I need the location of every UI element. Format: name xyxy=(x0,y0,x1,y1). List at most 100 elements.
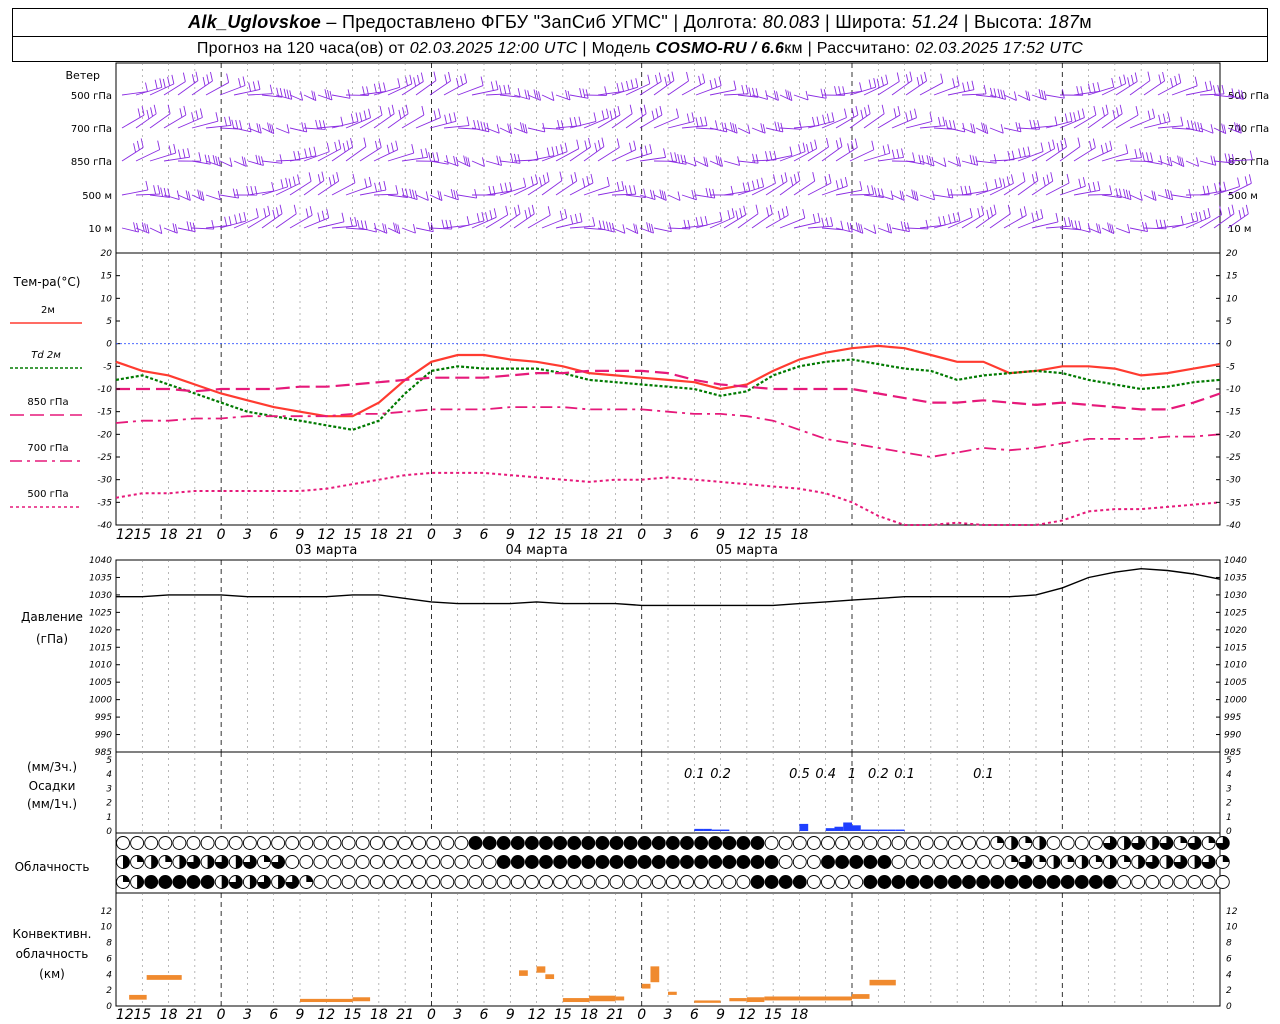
wind-barb-feather xyxy=(288,178,292,188)
wind-barb-feather xyxy=(535,150,539,160)
wind-barb-feather xyxy=(535,174,538,184)
wind-barb-feather xyxy=(425,148,429,158)
cloud-symbol xyxy=(200,836,215,850)
wind-barb-feather xyxy=(321,210,325,220)
wind-barb-feather xyxy=(1245,204,1249,214)
wind-barb xyxy=(1157,194,1173,201)
convective-tick-right: 10 xyxy=(1226,923,1238,933)
wind-barb-feather xyxy=(702,73,706,83)
cloud-symbol xyxy=(158,875,173,889)
cloud-symbol xyxy=(144,836,159,850)
wind-barb xyxy=(975,160,997,164)
convective-tick-left: 8 xyxy=(106,939,112,949)
wind-barb-feather xyxy=(517,204,521,214)
wind-barb-feather xyxy=(374,222,377,233)
wind-barb-feather xyxy=(528,207,532,217)
hour-tick-label: 3 xyxy=(243,1007,252,1023)
wind-barb-feather xyxy=(486,122,490,132)
cloud-symbol xyxy=(778,875,793,889)
wind-barb-feather xyxy=(1046,174,1050,184)
wind-barb xyxy=(541,94,555,101)
wind-barb-feather xyxy=(256,123,260,133)
cloud-symbol xyxy=(778,836,793,850)
hour-tick-label: 15 xyxy=(133,1007,151,1023)
wind-barb-feather xyxy=(523,177,527,187)
convective-bar xyxy=(650,966,660,983)
cloud-symbol-fill xyxy=(165,855,172,862)
wind-barb-feather xyxy=(286,124,290,134)
cloud-symbol xyxy=(257,836,271,850)
wind-barb xyxy=(387,227,400,234)
wind-barb xyxy=(639,81,662,96)
cloud-symbol xyxy=(1187,875,1202,889)
wind-barb-feather xyxy=(476,213,480,223)
wind-barb xyxy=(751,127,766,134)
wind-barb xyxy=(457,194,477,199)
cloud-symbol xyxy=(539,875,553,889)
cloud-symbol xyxy=(750,836,765,850)
wind-barb-feather xyxy=(341,212,345,222)
wind-barb-feather xyxy=(826,113,830,123)
wind-barb-feather xyxy=(293,204,297,214)
wind-barb-feather xyxy=(322,120,326,130)
wind-barb-feather xyxy=(830,217,834,227)
hour-tick-label: 6 xyxy=(480,527,489,543)
wind-barb-feather xyxy=(780,122,784,132)
wind-barb-feather xyxy=(1076,86,1080,96)
wind-barb-feather xyxy=(647,74,651,84)
wind-barb-feather xyxy=(608,222,612,232)
wind-barb-feather xyxy=(206,74,210,84)
wind-barb-feather xyxy=(1015,122,1019,132)
wind-barb-feather xyxy=(425,191,429,201)
wind-barb xyxy=(513,127,528,134)
wind-barb-feather xyxy=(279,204,283,214)
cloud-symbol xyxy=(553,836,568,850)
wind-barb-feather xyxy=(199,108,203,118)
wind-barb-feather xyxy=(444,74,448,84)
wind-barb-feather xyxy=(785,206,789,216)
precip-3h-label: 0.5 xyxy=(789,767,810,782)
wind-barb-feather xyxy=(157,185,161,195)
cloud-symbol xyxy=(383,855,398,869)
precip-3h-label: 0.2 xyxy=(868,767,889,782)
wind-barb-feather xyxy=(705,187,709,198)
wind-barb-feather xyxy=(1000,124,1004,134)
hour-tick-label: 12 xyxy=(738,1007,756,1023)
wind-barb-feather xyxy=(704,216,708,226)
wind-barb-feather xyxy=(1010,174,1014,184)
cloud-symbol xyxy=(651,855,666,869)
cloud-symbol xyxy=(1088,875,1103,889)
wind-barb-feather xyxy=(886,223,890,233)
wind-barb-feather xyxy=(547,206,551,216)
wind-barb-feather xyxy=(676,108,679,118)
wind-barb xyxy=(723,214,746,229)
cloud-symbol xyxy=(510,875,525,889)
wind-barb-feather xyxy=(920,74,924,84)
wind-barb-feather xyxy=(970,123,974,133)
precip-bar xyxy=(825,828,835,831)
pressure-tick-right: 1000 xyxy=(1224,696,1247,706)
precip-tick-right: 0 xyxy=(1226,827,1232,837)
wind-barb-feather xyxy=(1127,77,1131,87)
wind-barb-feather xyxy=(751,180,755,190)
wind-barb xyxy=(723,127,738,134)
wind-barb-feather xyxy=(1063,217,1067,227)
wind-barb-feather xyxy=(812,213,816,224)
wind-barb-feather xyxy=(269,123,273,133)
cloud-symbol xyxy=(228,836,243,850)
cloud-symbol xyxy=(835,836,850,850)
wind-barb-feather xyxy=(955,156,959,166)
wind-barb-feather xyxy=(789,146,793,156)
temp-legend-label: 500 гПа xyxy=(27,489,68,500)
temp-tick-right: 20 xyxy=(1226,249,1238,259)
wind-barb-feather xyxy=(524,124,528,134)
cloud-symbol xyxy=(1201,875,1216,889)
wind-barb-feather xyxy=(1203,210,1207,220)
wind-barb-feather xyxy=(201,191,205,201)
wind-barb-feather xyxy=(453,112,457,122)
temp-legend-label: 2м xyxy=(41,305,55,316)
pressure-tick-right: 1010 xyxy=(1224,661,1247,671)
wind-barb-feather xyxy=(420,148,424,159)
wind-barb-feather xyxy=(197,189,201,199)
day-label: 04 марта xyxy=(505,543,567,558)
